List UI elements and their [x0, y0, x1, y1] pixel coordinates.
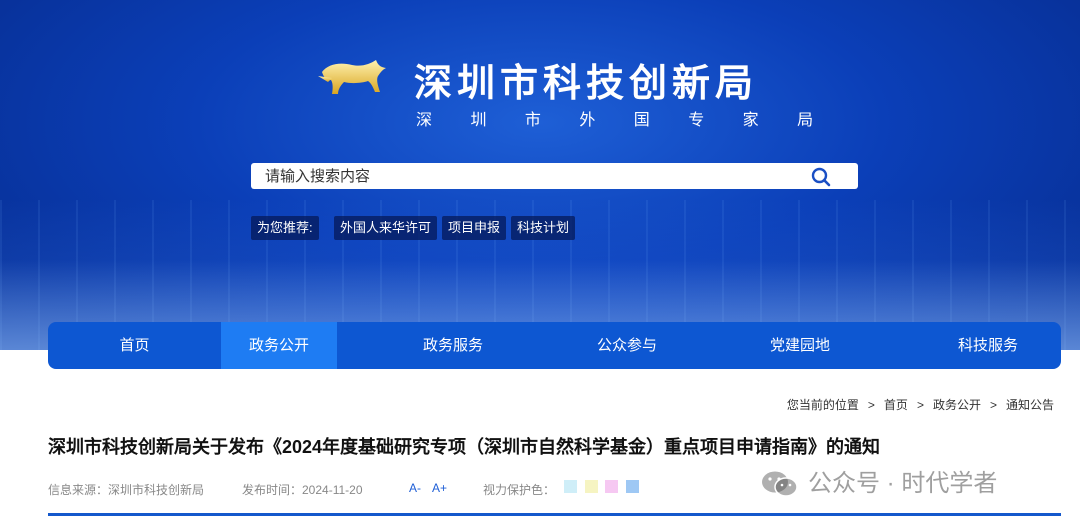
- nav-item-public-participation[interactable]: 公众参与: [569, 322, 685, 369]
- font-smaller-button[interactable]: A-: [409, 481, 421, 495]
- recommend-tag-foreigner-permit[interactable]: 外国人来华许可: [334, 216, 438, 240]
- breadcrumb-separator: >: [916, 398, 924, 412]
- wechat-icon: [762, 471, 798, 497]
- nav-item-government-affairs[interactable]: 政务公开: [221, 322, 337, 369]
- eye-care-swatch-pink[interactable]: [605, 480, 618, 493]
- watermark-text: 公众号 · 时代学者: [808, 470, 998, 497]
- bull-logo-icon[interactable]: [318, 56, 390, 98]
- article-source: 信息来源：深圳市科技创新局: [48, 483, 205, 497]
- recommend-tag-project-apply[interactable]: 项目申报: [442, 216, 507, 240]
- breadcrumb-item-notices[interactable]: 通知公告: [1006, 396, 1054, 413]
- site-title: 深圳市科技创新局: [414, 63, 759, 105]
- breadcrumb: 您当前的位置 > 首页 > 政务公开 > 通知公告: [787, 396, 1054, 414]
- breadcrumb-separator: >: [989, 398, 997, 412]
- article-date: 发布时间：2024-11-20: [242, 483, 363, 497]
- eye-care-swatch-yellow[interactable]: [585, 480, 598, 493]
- recommend-tag-tech-plan[interactable]: 科技计划: [511, 216, 576, 240]
- breadcrumb-prefix: 您当前的位置: [786, 398, 859, 412]
- recommend-label: 为您推荐:: [251, 216, 319, 240]
- search-input[interactable]: [265, 165, 805, 187]
- font-larger-button[interactable]: A+: [432, 481, 447, 495]
- article-title: 深圳市科技创新局关于发布《2024年度基础研究专项（深圳市自然科学基金）重点项目…: [48, 437, 881, 457]
- nav-item-home[interactable]: 首页: [48, 322, 221, 369]
- eye-care-label: 视力保护色：: [483, 483, 556, 497]
- search-icon[interactable]: [810, 166, 832, 188]
- nav-item-party-building[interactable]: 党建园地: [685, 322, 915, 369]
- breadcrumb-item-home[interactable]: 首页: [884, 396, 908, 413]
- search-box: [251, 163, 858, 189]
- breadcrumb-separator: >: [867, 398, 875, 412]
- eye-care-swatch-cyan[interactable]: [564, 480, 577, 493]
- nav-item-government-services[interactable]: 政务服务: [337, 322, 569, 369]
- content-divider: [48, 513, 1061, 516]
- breadcrumb-item-government-affairs[interactable]: 政务公开: [933, 396, 981, 413]
- site-subtitle: 深 圳 市 外 国 专 家 局: [416, 112, 831, 129]
- eye-care-swatch-blue[interactable]: [626, 480, 639, 493]
- main-nav: 首页 政务公开 政务服务 公众参与 党建园地 科技服务: [48, 322, 1061, 369]
- nav-item-tech-services[interactable]: 科技服务: [915, 322, 1061, 369]
